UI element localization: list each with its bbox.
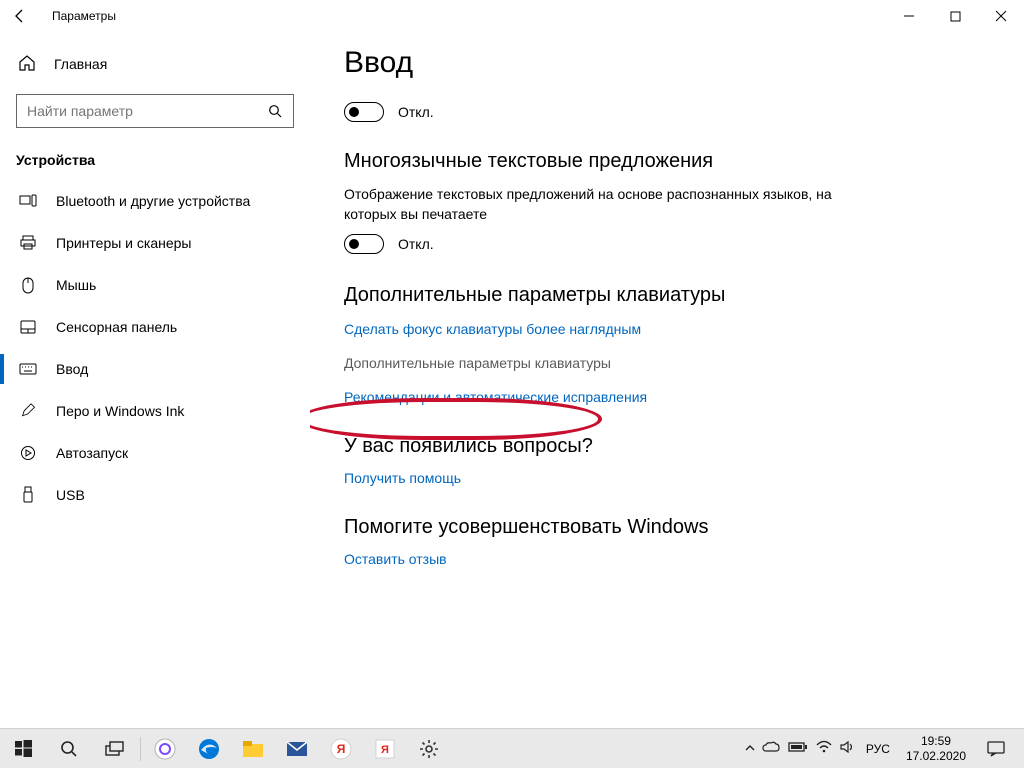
- sidebar-item-label: Сенсорная панель: [56, 319, 177, 335]
- usb-icon: [18, 486, 38, 504]
- section-questions: У вас появились вопросы?: [344, 435, 1000, 458]
- printer-icon: [18, 235, 38, 251]
- window-title: Параметры: [52, 9, 116, 23]
- minimize-button[interactable]: [886, 0, 932, 32]
- taskbar-app-settings[interactable]: [407, 729, 451, 768]
- back-button[interactable]: [12, 8, 52, 24]
- maximize-button[interactable]: [932, 0, 978, 32]
- pen-icon: [18, 403, 38, 419]
- section-feedback: Помогите усовершенствовать Windows: [344, 516, 1000, 539]
- sidebar-item-label: Мышь: [56, 277, 96, 293]
- multilang-description: Отображение текстовых предложений на осн…: [344, 185, 864, 224]
- svg-text:Я: Я: [337, 742, 346, 756]
- link-advanced-keyboard[interactable]: Дополнительные параметры клавиатуры: [344, 355, 1000, 371]
- sidebar-item-label: Bluetooth и другие устройства: [56, 193, 250, 209]
- toggle-2-label: Откл.: [398, 236, 434, 252]
- start-button[interactable]: [0, 729, 46, 768]
- toggle-1[interactable]: [344, 102, 384, 122]
- sidebar-item-autoplay[interactable]: Автозапуск: [0, 432, 310, 474]
- taskbar-app-mail[interactable]: [275, 729, 319, 768]
- link-get-help[interactable]: Получить помощь: [344, 470, 1000, 486]
- tray-time: 19:59: [906, 734, 966, 748]
- sidebar-item-pen[interactable]: Перо и Windows Ink: [0, 390, 310, 432]
- svg-text:Я: Я: [381, 744, 389, 756]
- link-keyboard-focus[interactable]: Сделать фокус клавиатуры более наглядным: [344, 321, 1000, 337]
- keyboard-icon: [18, 363, 38, 375]
- search-box[interactable]: [16, 94, 294, 128]
- taskbar-app-explorer[interactable]: [231, 729, 275, 768]
- sidebar-category: Устройства: [0, 136, 310, 174]
- sidebar-item-touchpad[interactable]: Сенсорная панель: [0, 306, 310, 348]
- sidebar-item-printers[interactable]: Принтеры и сканеры: [0, 222, 310, 264]
- search-input[interactable]: [27, 103, 265, 119]
- toggle-2[interactable]: [344, 234, 384, 254]
- taskbar: Я Я: [0, 728, 1024, 768]
- close-button[interactable]: [978, 0, 1024, 32]
- home-label: Главная: [54, 56, 107, 72]
- autoplay-icon: [18, 445, 38, 461]
- sidebar-item-label: USB: [56, 487, 85, 503]
- touchpad-icon: [18, 320, 38, 334]
- tray-onedrive-icon[interactable]: [762, 741, 780, 756]
- section-multilang: Многоязычные текстовые предложения: [344, 150, 1000, 173]
- sidebar-item-mouse[interactable]: Мышь: [0, 264, 310, 306]
- section-advanced: Дополнительные параметры клавиатуры: [344, 284, 1000, 307]
- content-area: Ввод Откл. Многоязычные текстовые предло…: [310, 32, 1024, 728]
- sidebar-item-bluetooth[interactable]: Bluetooth и другие устройства: [0, 180, 310, 222]
- sidebar-item-usb[interactable]: USB: [0, 474, 310, 516]
- tray-wifi-icon[interactable]: [816, 740, 832, 757]
- tray-volume-icon[interactable]: [840, 740, 856, 757]
- sidebar-item-label: Автозапуск: [56, 445, 128, 461]
- action-center-button[interactable]: [978, 741, 1014, 757]
- task-view-button[interactable]: [92, 729, 138, 768]
- mouse-icon: [18, 277, 38, 294]
- link-feedback[interactable]: Оставить отзыв: [344, 551, 1000, 567]
- devices-icon: [18, 194, 38, 208]
- sidebar-item-label: Перо и Windows Ink: [56, 403, 184, 419]
- sidebar: Главная Устройства Bluetooth и другие ус…: [0, 32, 310, 728]
- sidebar-item-typing[interactable]: Ввод: [0, 348, 310, 390]
- titlebar: Параметры: [0, 0, 1024, 32]
- tray-date: 17.02.2020: [906, 749, 966, 763]
- home-nav[interactable]: Главная: [0, 44, 310, 84]
- page-title: Ввод: [344, 46, 1000, 80]
- taskbar-app-yandex2[interactable]: Я: [363, 729, 407, 768]
- sidebar-item-label: Ввод: [56, 361, 88, 377]
- taskbar-app-alice[interactable]: [143, 729, 187, 768]
- taskbar-app-edge[interactable]: [187, 729, 231, 768]
- home-icon: [18, 54, 36, 75]
- toggle-1-label: Откл.: [398, 104, 434, 120]
- link-autocorrect[interactable]: Рекомендации и автоматические исправлени…: [344, 389, 1000, 405]
- tray-chevron-up-icon[interactable]: [744, 742, 756, 756]
- tray-clock[interactable]: 19:59 17.02.2020: [900, 734, 972, 763]
- sidebar-item-label: Принтеры и сканеры: [56, 235, 191, 251]
- taskbar-app-yandex[interactable]: Я: [319, 729, 363, 768]
- tray-language[interactable]: РУС: [862, 742, 894, 756]
- taskbar-search[interactable]: [46, 729, 92, 768]
- tray-battery-icon[interactable]: [788, 741, 808, 756]
- search-icon: [265, 104, 285, 119]
